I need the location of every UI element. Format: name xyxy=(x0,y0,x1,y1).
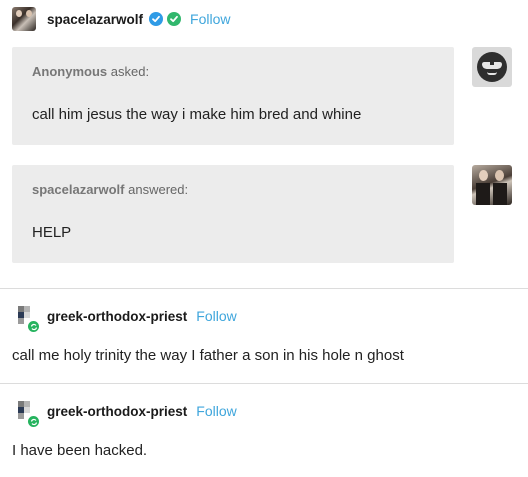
reblog-header: greek-orthodox-priest Follow xyxy=(12,399,237,428)
answered-label: answered: xyxy=(128,182,189,197)
reblog-header: greek-orthodox-priest Follow xyxy=(12,304,237,333)
post-header: spacelazarwolf Follow xyxy=(12,7,231,31)
author-username[interactable]: spacelazarwolf xyxy=(47,12,143,27)
reblogger-avatar[interactable] xyxy=(12,399,40,428)
follow-button[interactable]: Follow xyxy=(190,11,230,27)
badge-check-icon xyxy=(167,12,182,26)
answer-text: HELP xyxy=(32,224,72,241)
reblog-text: I have been hacked. xyxy=(12,442,148,459)
sunglasses-face-icon xyxy=(477,52,507,82)
verified-check-icon xyxy=(149,12,164,26)
answerer-name[interactable]: spacelazarwolf xyxy=(32,182,125,197)
answer-bubble: spacelazarwolf answered: HELP xyxy=(12,165,454,263)
divider xyxy=(0,288,528,289)
reblog-icon xyxy=(27,415,40,428)
ask-bubble: Anonymous asked: call him jesus the way … xyxy=(12,47,454,145)
follow-button[interactable]: Follow xyxy=(196,308,236,324)
asker-name: Anonymous xyxy=(32,64,108,79)
answer-meta: spacelazarwolf answered: xyxy=(32,182,188,197)
reblog-icon xyxy=(27,320,40,333)
answerer-avatar[interactable] xyxy=(472,165,512,205)
author-avatar[interactable] xyxy=(12,7,36,31)
follow-button[interactable]: Follow xyxy=(196,403,236,419)
reblog-text: call me holy trinity the way I father a … xyxy=(12,347,404,364)
divider xyxy=(0,383,528,384)
reblogger-username[interactable]: greek-orthodox-priest xyxy=(47,404,187,419)
reblogger-avatar[interactable] xyxy=(12,304,40,333)
reblogger-username[interactable]: greek-orthodox-priest xyxy=(47,309,187,324)
asked-label: asked: xyxy=(110,64,150,79)
ask-question: call him jesus the way i make him bred a… xyxy=(32,106,362,123)
anonymous-avatar xyxy=(472,47,512,87)
ask-meta: Anonymous asked: xyxy=(32,64,149,79)
